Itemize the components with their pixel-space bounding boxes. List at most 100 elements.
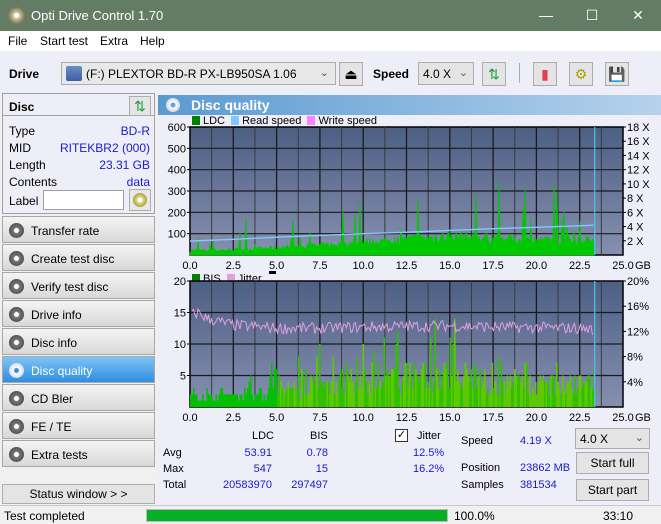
minimize-button[interactable]: —	[523, 0, 569, 31]
jitter-checkbox[interactable]: ✓	[395, 429, 408, 442]
drive-value: (F:) PLEXTOR BD-R PX-LB950SA 1.06	[86, 67, 297, 81]
bis-bar	[509, 375, 512, 407]
window-title: Opti Drive Control 1.70	[31, 8, 164, 23]
menu-extra[interactable]: Extra	[100, 34, 128, 48]
bis-bar	[221, 388, 224, 407]
samples-label: Samples	[461, 479, 504, 491]
nav-transfer-rate[interactable]: Transfer rate	[2, 216, 155, 243]
bis-bar	[236, 394, 239, 407]
bis-bar	[290, 388, 293, 407]
bis-bar	[551, 375, 554, 407]
menu-start-test[interactable]: Start test	[40, 34, 88, 48]
test-speed-select[interactable]: 4.0 X ⌄	[575, 428, 650, 449]
eraser-icon[interactable]: ▮	[533, 62, 557, 86]
nav-cd-bler[interactable]: CD Bler	[2, 384, 155, 411]
bis-bar	[227, 394, 230, 407]
disc-quality-panel: Disc quality LDC Read speed Write speed …	[158, 95, 661, 505]
close-button[interactable]: ✕	[615, 0, 661, 31]
drive-select[interactable]: (F:) PLEXTOR BD-R PX-LB950SA 1.06 ⌄	[61, 62, 336, 85]
col-ldc-header: LDC	[252, 430, 275, 442]
bis-bar	[557, 381, 560, 407]
toolbar: Drive (F:) PLEXTOR BD-R PX-LB950SA 1.06 …	[0, 51, 661, 95]
nav-create-test-disc[interactable]: Create test disc	[2, 244, 155, 271]
bis-bar	[406, 362, 408, 407]
bis-bar	[565, 394, 567, 407]
bis-bar	[497, 356, 500, 407]
bis-bar	[209, 394, 212, 407]
start-part-button[interactable]: Start part	[576, 479, 649, 501]
x-tick-label: 2.5	[226, 412, 241, 424]
x-tick-label: 5.0	[269, 412, 284, 424]
refresh-button[interactable]: ⇅	[482, 62, 506, 86]
nav-disc-info[interactable]: Disc info	[2, 328, 155, 355]
bis-bar	[292, 388, 294, 407]
x-tick-label: 10.0	[352, 412, 373, 424]
bis-bar	[437, 388, 440, 407]
bis-bar	[500, 362, 503, 407]
nav-disc-quality[interactable]: Disc quality	[2, 356, 155, 383]
nav-fe-te[interactable]: FE / TE	[2, 412, 155, 439]
bis-bar	[577, 388, 579, 407]
bis-bar	[398, 388, 401, 407]
bis-bar	[442, 375, 444, 407]
disc-row-type: Type BD-R	[9, 124, 150, 138]
disc-icon	[9, 419, 24, 434]
eject-button[interactable]: ⏏	[339, 62, 363, 86]
bis-bar	[391, 369, 393, 407]
bis-bar	[193, 388, 195, 407]
chevron-down-icon: ⌄	[634, 432, 644, 444]
bis-bar	[535, 381, 537, 407]
label-input[interactable]	[43, 190, 124, 210]
disc-refresh-button[interactable]: ⇅	[129, 96, 151, 116]
x-tick-label: 22.5	[569, 260, 590, 271]
bis-bar	[289, 388, 291, 407]
bis-bar	[547, 381, 549, 407]
nav-drive-info[interactable]: Drive info	[2, 300, 155, 327]
speed-stat-value: 4.19 X	[520, 435, 552, 447]
bis-bar	[409, 362, 411, 407]
menu-help[interactable]: Help	[140, 34, 165, 48]
nav-label: Transfer rate	[31, 224, 100, 238]
bis-bar	[518, 375, 521, 407]
bis-bar	[404, 362, 407, 407]
bis-bar	[526, 362, 528, 407]
bis-bar	[359, 375, 362, 407]
bis-bar	[242, 400, 245, 407]
bis-bar	[196, 394, 198, 407]
bis-bar	[482, 381, 485, 407]
stat-row-label: Total	[163, 479, 187, 491]
bis-bar	[263, 394, 266, 407]
settings-icon[interactable]: ⚙	[569, 62, 593, 86]
bis-bar	[340, 369, 342, 407]
bis-bar	[389, 375, 392, 407]
bis-bar	[544, 381, 546, 407]
disc-icon-button[interactable]	[129, 189, 151, 211]
x-tick-label: 0.0	[182, 412, 197, 424]
disc-panel: Disc ⇅ Type BD-R MID RITEKBR2 (000) Length…	[2, 93, 155, 214]
bis-bar	[559, 388, 561, 407]
nav-extra-tests[interactable]: Extra tests	[2, 440, 155, 467]
y2-tick-label: 12 X	[627, 165, 650, 177]
menu-file[interactable]: File	[8, 34, 27, 48]
bis-bar	[341, 388, 344, 407]
panel-header: Disc quality	[158, 95, 661, 115]
speed-select[interactable]: 4.0 X ⌄	[418, 62, 474, 85]
bis-bar	[271, 362, 273, 407]
y-tick-label: 20	[174, 277, 186, 288]
start-full-button[interactable]: Start full	[576, 452, 649, 474]
bis-bar	[440, 388, 443, 407]
title-bar: Opti Drive Control 1.70 — ☐ ✕	[0, 0, 661, 31]
maximize-button[interactable]: ☐	[569, 0, 615, 31]
bis-bar	[317, 388, 320, 407]
y2-tick-label: 2 X	[627, 236, 644, 248]
disc-icon	[9, 363, 24, 378]
progress-bar	[146, 509, 448, 522]
save-icon[interactable]: 💾	[605, 62, 629, 86]
bis-bar	[311, 381, 314, 407]
bis-bar	[262, 400, 264, 407]
bis-bar	[425, 388, 428, 407]
bis-bar	[280, 381, 282, 407]
status-window-button[interactable]: Status window > >	[2, 484, 155, 504]
nav-verify-test-disc[interactable]: Verify test disc	[2, 272, 155, 299]
bis-bar	[515, 375, 518, 407]
